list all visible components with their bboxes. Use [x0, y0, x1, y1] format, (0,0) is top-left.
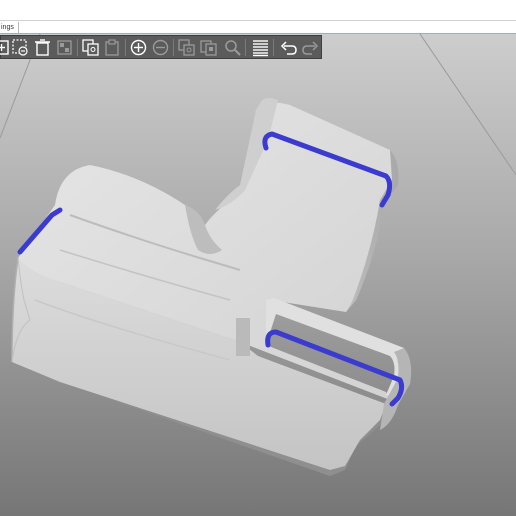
- scene-canvas[interactable]: [0, 34, 516, 516]
- split-to-parts-icon[interactable]: [199, 38, 218, 57]
- arrange-icon[interactable]: [55, 38, 74, 57]
- add-icon[interactable]: [0, 38, 11, 57]
- delete-all-icon[interactable]: [33, 38, 52, 57]
- toolbar-separator: [273, 39, 274, 56]
- 3d-viewport[interactable]: [0, 34, 516, 516]
- remove-instance-icon[interactable]: [151, 38, 170, 57]
- title-area: [0, 0, 516, 20]
- toolbar-separator: [125, 39, 126, 56]
- toolbar-separator: [245, 39, 246, 56]
- slicer-window: ings: [0, 0, 516, 516]
- tab-settings[interactable]: ings: [0, 22, 19, 33]
- scene-toolbar: [0, 35, 322, 59]
- copy-icon[interactable]: [81, 38, 100, 57]
- tab-bar: ings: [0, 20, 516, 34]
- paste-icon[interactable]: [103, 38, 122, 57]
- layers-editing-icon[interactable]: [251, 38, 270, 57]
- toolbar-separator: [173, 39, 174, 56]
- delete-icon[interactable]: [11, 38, 30, 57]
- undo-icon[interactable]: [279, 38, 298, 57]
- add-instance-icon[interactable]: [129, 38, 148, 57]
- search-icon[interactable]: [223, 38, 242, 57]
- toolbar-separator: [77, 39, 78, 56]
- split-to-objects-icon[interactable]: [177, 38, 196, 57]
- redo-icon[interactable]: [301, 38, 320, 57]
